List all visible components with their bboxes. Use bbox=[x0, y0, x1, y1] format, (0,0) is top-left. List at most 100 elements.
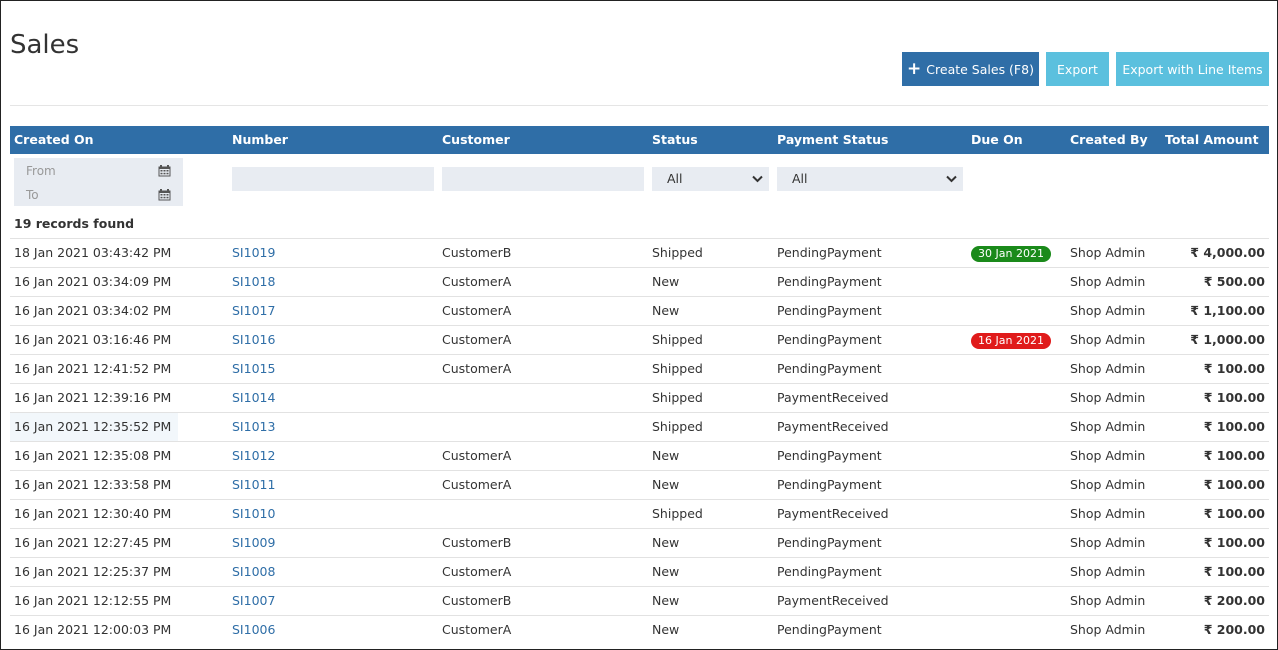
status-filter-value: All bbox=[667, 171, 683, 186]
customer-cell: CustomerA bbox=[442, 332, 512, 347]
created-by-cell: Shop Admin bbox=[1070, 448, 1146, 463]
total-amount-cell: ₹ 100.00 bbox=[1203, 390, 1265, 405]
sale-number-link[interactable]: SI1014 bbox=[232, 384, 275, 412]
number-filter-input[interactable] bbox=[232, 167, 434, 191]
payment-status-cell: PendingPayment bbox=[777, 622, 882, 637]
payment-status-cell: PendingPayment bbox=[777, 535, 882, 550]
sale-number-link[interactable]: SI1007 bbox=[232, 587, 275, 615]
due-date-badge: 16 Jan 2021 bbox=[971, 333, 1051, 349]
status-cell: Shipped bbox=[652, 332, 703, 347]
table-row[interactable]: 16 Jan 2021 12:41:52 PM SI1015 CustomerA Sh… bbox=[10, 354, 1269, 383]
from-date-field[interactable]: From bbox=[26, 164, 56, 178]
from-calendar-icon[interactable] bbox=[158, 165, 171, 177]
table-row[interactable]: 16 Jan 2021 12:33:58 PM SI1011 CustomerA Ne… bbox=[10, 470, 1269, 499]
sale-number-link[interactable]: SI1008 bbox=[232, 558, 275, 586]
header-due-on[interactable]: Due On bbox=[971, 126, 1023, 154]
created-on-cell: 16 Jan 2021 12:30:40 PM bbox=[14, 506, 172, 521]
sale-number-link[interactable]: SI1016 bbox=[232, 326, 275, 354]
sale-number-link[interactable]: SI1009 bbox=[232, 529, 275, 557]
sale-number-link[interactable]: SI1018 bbox=[232, 268, 275, 296]
sale-number-link[interactable]: SI1010 bbox=[232, 500, 275, 528]
created-on-cell: 18 Jan 2021 03:43:42 PM bbox=[14, 245, 172, 260]
payment-status-cell: PendingPayment bbox=[777, 564, 882, 579]
page-title: Sales bbox=[10, 30, 80, 60]
payment-status-cell: PendingPayment bbox=[777, 332, 882, 347]
customer-cell: CustomerA bbox=[442, 303, 512, 318]
status-cell: Shipped bbox=[652, 390, 703, 405]
created-by-cell: Shop Admin bbox=[1070, 506, 1146, 521]
total-amount-cell: ₹ 100.00 bbox=[1203, 419, 1265, 434]
export-button[interactable]: Export bbox=[1046, 52, 1109, 86]
created-by-cell: Shop Admin bbox=[1070, 622, 1146, 637]
payment-status-filter-select[interactable]: All bbox=[777, 167, 963, 191]
total-amount-cell: ₹ 100.00 bbox=[1203, 361, 1265, 376]
customer-cell: CustomerA bbox=[442, 448, 512, 463]
created-by-cell: Shop Admin bbox=[1070, 535, 1146, 550]
header-created-on[interactable]: Created On bbox=[14, 126, 94, 154]
sale-number-link[interactable]: SI1012 bbox=[232, 442, 275, 470]
sale-number-link[interactable]: SI1015 bbox=[232, 355, 275, 383]
to-date-field[interactable]: To bbox=[26, 188, 39, 202]
customer-cell: CustomerB bbox=[442, 593, 512, 608]
created-on-cell: 16 Jan 2021 12:35:52 PM bbox=[10, 413, 178, 441]
table-row[interactable]: 16 Jan 2021 03:34:02 PM SI1017 CustomerA Ne… bbox=[10, 296, 1269, 325]
created-by-cell: Shop Admin bbox=[1070, 593, 1146, 608]
create-sales-button[interactable]: + Create Sales (F8) bbox=[902, 52, 1039, 86]
table-row[interactable]: 16 Jan 2021 12:39:16 PM SI1014 Shipped Paym… bbox=[10, 383, 1269, 412]
header-total-amount[interactable]: Total Amount bbox=[1165, 126, 1259, 154]
created-by-cell: Shop Admin bbox=[1070, 390, 1146, 405]
created-on-cell: 16 Jan 2021 12:41:52 PM bbox=[14, 361, 172, 376]
status-cell: New bbox=[652, 564, 680, 579]
created-on-cell: 16 Jan 2021 12:12:55 PM bbox=[14, 593, 172, 608]
total-amount-cell: ₹ 1,100.00 bbox=[1190, 303, 1265, 318]
table-row[interactable]: 16 Jan 2021 12:27:45 PM SI1009 CustomerB Ne… bbox=[10, 528, 1269, 557]
header-payment-status[interactable]: Payment Status bbox=[777, 126, 888, 154]
total-amount-cell: ₹ 100.00 bbox=[1203, 477, 1265, 492]
sale-number-link[interactable]: SI1017 bbox=[232, 297, 275, 325]
total-amount-cell: ₹ 200.00 bbox=[1203, 622, 1265, 637]
payment-status-cell: PendingPayment bbox=[777, 303, 882, 318]
table-row[interactable]: 16 Jan 2021 03:16:46 PM SI1016 CustomerA Sh… bbox=[10, 325, 1269, 354]
created-on-cell: 16 Jan 2021 12:25:37 PM bbox=[14, 564, 172, 579]
table-row[interactable]: 16 Jan 2021 12:30:40 PM SI1010 Shipped Paym… bbox=[10, 499, 1269, 528]
customer-cell: CustomerB bbox=[442, 535, 512, 550]
status-cell: New bbox=[652, 593, 680, 608]
created-by-cell: Shop Admin bbox=[1070, 564, 1146, 579]
created-on-cell: 16 Jan 2021 03:34:02 PM bbox=[14, 303, 172, 318]
export-with-line-items-button[interactable]: Export with Line Items bbox=[1116, 52, 1269, 86]
total-amount-cell: ₹ 200.00 bbox=[1203, 593, 1265, 608]
sale-number-link[interactable]: SI1006 bbox=[232, 616, 275, 644]
total-amount-cell: ₹ 100.00 bbox=[1203, 564, 1265, 579]
table-row[interactable]: 16 Jan 2021 12:25:37 PM SI1008 CustomerA Ne… bbox=[10, 557, 1269, 586]
header-number[interactable]: Number bbox=[232, 126, 288, 154]
sale-number-link[interactable]: SI1013 bbox=[232, 413, 275, 441]
customer-filter-input[interactable] bbox=[442, 167, 644, 191]
created-by-cell: Shop Admin bbox=[1070, 477, 1146, 492]
payment-status-filter-value: All bbox=[792, 171, 808, 186]
status-cell: New bbox=[652, 303, 680, 318]
status-cell: New bbox=[652, 477, 680, 492]
created-by-cell: Shop Admin bbox=[1070, 361, 1146, 376]
table-row[interactable]: 16 Jan 2021 03:34:09 PM SI1018 CustomerA Ne… bbox=[10, 267, 1269, 296]
divider bbox=[10, 105, 1268, 106]
total-amount-cell: ₹ 1,000.00 bbox=[1190, 332, 1265, 347]
header-customer[interactable]: Customer bbox=[442, 126, 510, 154]
table-row[interactable]: 16 Jan 2021 12:12:55 PM SI1007 CustomerB Ne… bbox=[10, 586, 1269, 615]
header-status[interactable]: Status bbox=[652, 126, 698, 154]
sale-number-link[interactable]: SI1011 bbox=[232, 471, 275, 499]
sale-number-link[interactable]: SI1019 bbox=[232, 239, 275, 267]
table-row[interactable]: 18 Jan 2021 03:43:42 PM SI1019 CustomerB Sh… bbox=[10, 238, 1269, 267]
date-range-filter: From To bbox=[14, 158, 183, 206]
table-row[interactable]: 16 Jan 2021 12:00:03 PM SI1006 CustomerA Ne… bbox=[10, 615, 1269, 644]
status-cell: New bbox=[652, 274, 680, 289]
payment-status-cell: PendingPayment bbox=[777, 274, 882, 289]
status-filter-select[interactable]: All bbox=[652, 167, 769, 191]
total-amount-cell: ₹ 100.00 bbox=[1203, 506, 1265, 521]
table-row[interactable]: 16 Jan 2021 12:35:52 PM SI1013 Shipped Paym… bbox=[10, 412, 1269, 441]
customer-cell: CustomerA bbox=[442, 564, 512, 579]
to-calendar-icon[interactable] bbox=[158, 189, 171, 201]
created-on-cell: 16 Jan 2021 12:27:45 PM bbox=[14, 535, 172, 550]
payment-status-cell: PendingPayment bbox=[777, 477, 882, 492]
header-created-by[interactable]: Created By bbox=[1070, 126, 1148, 154]
table-row[interactable]: 16 Jan 2021 12:35:08 PM SI1012 CustomerA Ne… bbox=[10, 441, 1269, 470]
